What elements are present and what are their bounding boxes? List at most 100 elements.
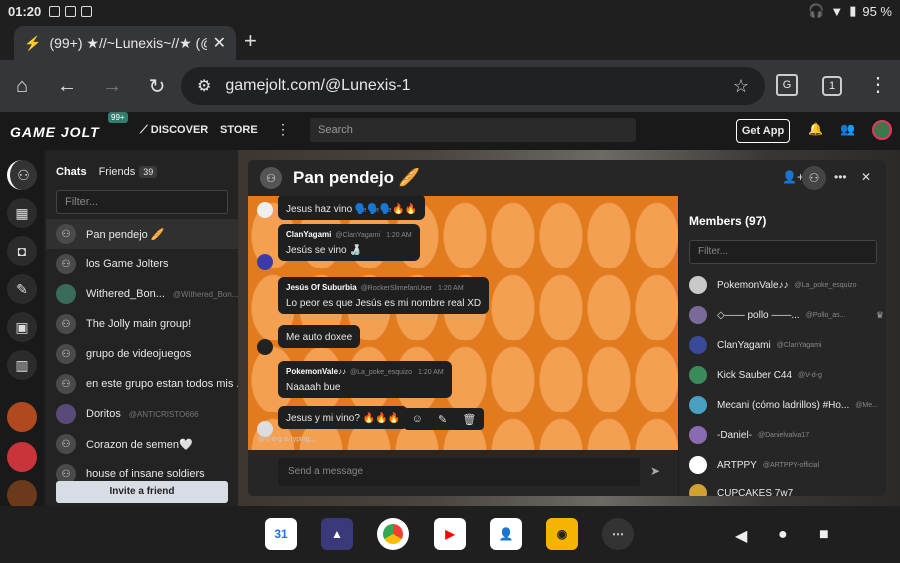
forward-icon[interactable]: → bbox=[90, 64, 134, 108]
message-input[interactable]: Send a message bbox=[278, 458, 640, 486]
nav-recents-icon[interactable]: ■ bbox=[819, 526, 829, 544]
compass-icon: ⟋ bbox=[140, 124, 151, 136]
member-row[interactable]: PokemonVale♪♪ @La_poke_esquizo bbox=[689, 274, 884, 296]
message[interactable]: PokemonVale♪♪ @La_poke_esquizo 1:20 AM Naa… bbox=[278, 361, 452, 398]
friends-count-badge: 39 bbox=[139, 166, 158, 178]
delete-icon[interactable]: 🗑 bbox=[462, 413, 476, 426]
chat-filter-input[interactable]: Filter... bbox=[56, 190, 228, 214]
contacts-app-icon[interactable]: 👤 bbox=[490, 518, 522, 550]
chat-item[interactable]: ⚇ The Jolly main group! bbox=[46, 309, 238, 339]
member-row[interactable]: CUPCAKES 7w7 bbox=[689, 482, 884, 496]
bell-icon[interactable]: 🔔 bbox=[808, 122, 823, 136]
header-more-icon[interactable]: ⋮ bbox=[276, 121, 290, 138]
calendar-app-icon[interactable]: 31 bbox=[265, 518, 297, 550]
message[interactable]: Me auto doxee bbox=[278, 325, 361, 348]
new-tab-icon[interactable]: + bbox=[244, 28, 257, 54]
keep-app-icon[interactable]: ◉ bbox=[546, 518, 578, 550]
status-bar: 01:20 🎧 ▼ ▮ 95 % bbox=[0, 0, 900, 22]
message-toolbar: ☺ ✎ 🗑 bbox=[404, 408, 484, 430]
avatar bbox=[689, 306, 707, 324]
message[interactable]: ClanYagami @ClanYagami 1:20 AM Jesús se vi… bbox=[278, 224, 420, 261]
address-bar[interactable]: ⚙ gamejolt.com/@Lunexis-1 ☆ bbox=[181, 67, 765, 105]
member-row[interactable]: Kick Sauber C44 @V-d-g bbox=[689, 364, 884, 386]
chat-item[interactable]: ⚇ Corazon de semen🤍 bbox=[46, 429, 238, 459]
member-name: Mecani (cómo ladrillos) #Ho... bbox=[717, 399, 850, 411]
youtube-app-icon[interactable]: ▶ bbox=[434, 518, 466, 550]
user-avatar[interactable] bbox=[872, 120, 892, 140]
chat-item[interactable]: ⚇ grupo de videojuegos bbox=[46, 339, 238, 369]
close-tab-icon[interactable]: ✕ bbox=[213, 33, 226, 53]
search-input[interactable]: Search bbox=[310, 118, 636, 142]
close-chat-icon[interactable]: ✕ bbox=[861, 170, 871, 184]
group-icon: ⚇ bbox=[56, 374, 76, 394]
avatar bbox=[257, 202, 273, 218]
store-rail-icon[interactable]: ▦ bbox=[7, 198, 37, 228]
backpack-rail-icon[interactable]: ◘ bbox=[7, 236, 37, 266]
message[interactable]: Jesús Of Suburbia @RockerSlimefanUser 1:20… bbox=[278, 277, 490, 314]
notification-count-badge: 99+ bbox=[108, 112, 128, 123]
friends-icon[interactable]: 👥 bbox=[840, 122, 855, 136]
chat-item[interactable]: Withered_Bon... @Withered_Bon... bbox=[46, 279, 238, 309]
site-settings-icon[interactable]: ⚙ bbox=[197, 76, 211, 96]
message-author: PokemonVale♪♪ bbox=[286, 367, 347, 376]
nav-back-icon[interactable]: ◀ bbox=[735, 526, 747, 546]
avatar bbox=[689, 396, 707, 414]
member-row[interactable]: ARTPPY @ARTPPY-official bbox=[689, 454, 884, 476]
invite-friend-button[interactable]: Invite a friend bbox=[56, 481, 228, 503]
send-icon[interactable]: ➤ bbox=[650, 464, 660, 478]
message[interactable]: Jesus y mi vino? 🔥🔥🔥 bbox=[278, 406, 409, 429]
member-name: CUPCAKES 7w7 bbox=[717, 487, 794, 497]
browser-tab[interactable]: ⚡ (99+) ★//~Lunexis~//★ (@Lu ✕ bbox=[14, 26, 236, 60]
nav-discover[interactable]: ⟋ DISCOVER bbox=[140, 124, 208, 137]
creator-rail-icon[interactable]: ▣ bbox=[7, 312, 37, 342]
game-app-icon[interactable]: ▲ bbox=[321, 518, 353, 550]
chat-item[interactable]: ⚇ en este grupo estan todos mis ... bbox=[46, 369, 238, 399]
message-body: Lo peor es que Jesús es mi nombre real X… bbox=[286, 298, 482, 309]
member-row[interactable]: ◇—— pollo ——... @Pollo_as... ♛ bbox=[689, 304, 884, 326]
member-row[interactable]: -Daniel- @Danielvalva17 bbox=[689, 424, 884, 446]
back-icon[interactable]: ← bbox=[45, 64, 89, 108]
gamejolt-favicon-icon: ⚡ bbox=[24, 34, 42, 51]
chat-item[interactable]: Doritos @ANTICRISTO666 bbox=[46, 399, 238, 429]
nav-store[interactable]: STORE bbox=[220, 124, 258, 136]
home-icon[interactable]: ⌂ bbox=[0, 64, 44, 108]
chrome-app-icon[interactable] bbox=[377, 518, 409, 550]
avatar bbox=[257, 421, 273, 437]
bookmark-star-icon[interactable]: ☆ bbox=[733, 76, 749, 97]
reload-icon[interactable]: ↻ bbox=[135, 64, 179, 108]
member-row[interactable]: Mecani (cómo ladrillos) #Ho... @Me... bbox=[689, 394, 884, 416]
message-time: 1:20 AM bbox=[437, 285, 464, 292]
gamejolt-logo[interactable]: GAME JOLT bbox=[10, 124, 100, 140]
chat-rail-icon[interactable]: ⚇ bbox=[7, 160, 37, 190]
edit-icon[interactable]: ✎ bbox=[438, 413, 447, 426]
add-member-icon[interactable]: 👤+ bbox=[782, 170, 804, 184]
chat-item-name: Corazon de semen🤍 bbox=[86, 438, 193, 451]
chats-panel: Chats Friends 39 Filter... ⚇ Pan pendejo 🥖… bbox=[46, 150, 238, 506]
nav-home-icon[interactable]: ● bbox=[778, 526, 788, 544]
more-options-icon[interactable]: ••• bbox=[834, 170, 847, 184]
app-drawer-icon[interactable]: ⋯ bbox=[602, 518, 634, 550]
members-toggle-icon[interactable]: ⚇ bbox=[802, 166, 826, 190]
chat-item-name: en este grupo estan todos mis ... bbox=[86, 378, 238, 390]
members-filter-input[interactable]: Filter... bbox=[689, 240, 877, 264]
react-icon[interactable]: ☺ bbox=[412, 413, 423, 425]
chat-item[interactable]: ⚇ los Game Jolters bbox=[46, 249, 238, 279]
tab-chats[interactable]: Chats bbox=[56, 166, 87, 178]
chat-item[interactable]: ⚇ Pan pendejo 🥖 bbox=[46, 219, 238, 249]
member-name: ClanYagami bbox=[717, 339, 771, 351]
chat-item-name: Pan pendejo 🥖 bbox=[86, 228, 165, 241]
member-handle: @Me... bbox=[855, 401, 878, 409]
tab-switcher-button[interactable]: 1 bbox=[822, 76, 842, 96]
community-avatar[interactable] bbox=[7, 442, 37, 472]
community-avatar[interactable] bbox=[7, 402, 37, 432]
message[interactable]: Jesus haz vino 🗣️🗣️🗣️🔥🔥 bbox=[278, 196, 426, 220]
tab-friends[interactable]: Friends 39 bbox=[99, 166, 158, 178]
library-rail-icon[interactable]: ▥ bbox=[7, 350, 37, 380]
member-handle: @ARTPPY-official bbox=[762, 461, 820, 469]
member-row[interactable]: ClanYagami @ClanYagami bbox=[689, 334, 884, 356]
translate-icon[interactable]: G bbox=[776, 74, 798, 96]
get-app-button[interactable]: Get App bbox=[736, 119, 790, 143]
quests-rail-icon[interactable]: ✎ bbox=[7, 274, 37, 304]
more-menu-icon[interactable]: ⋮ bbox=[868, 72, 888, 97]
chat-window: ⚇ Pan pendejo 🥖 👤+ ⚇ ••• ✕ Jesus haz vin… bbox=[248, 160, 886, 496]
